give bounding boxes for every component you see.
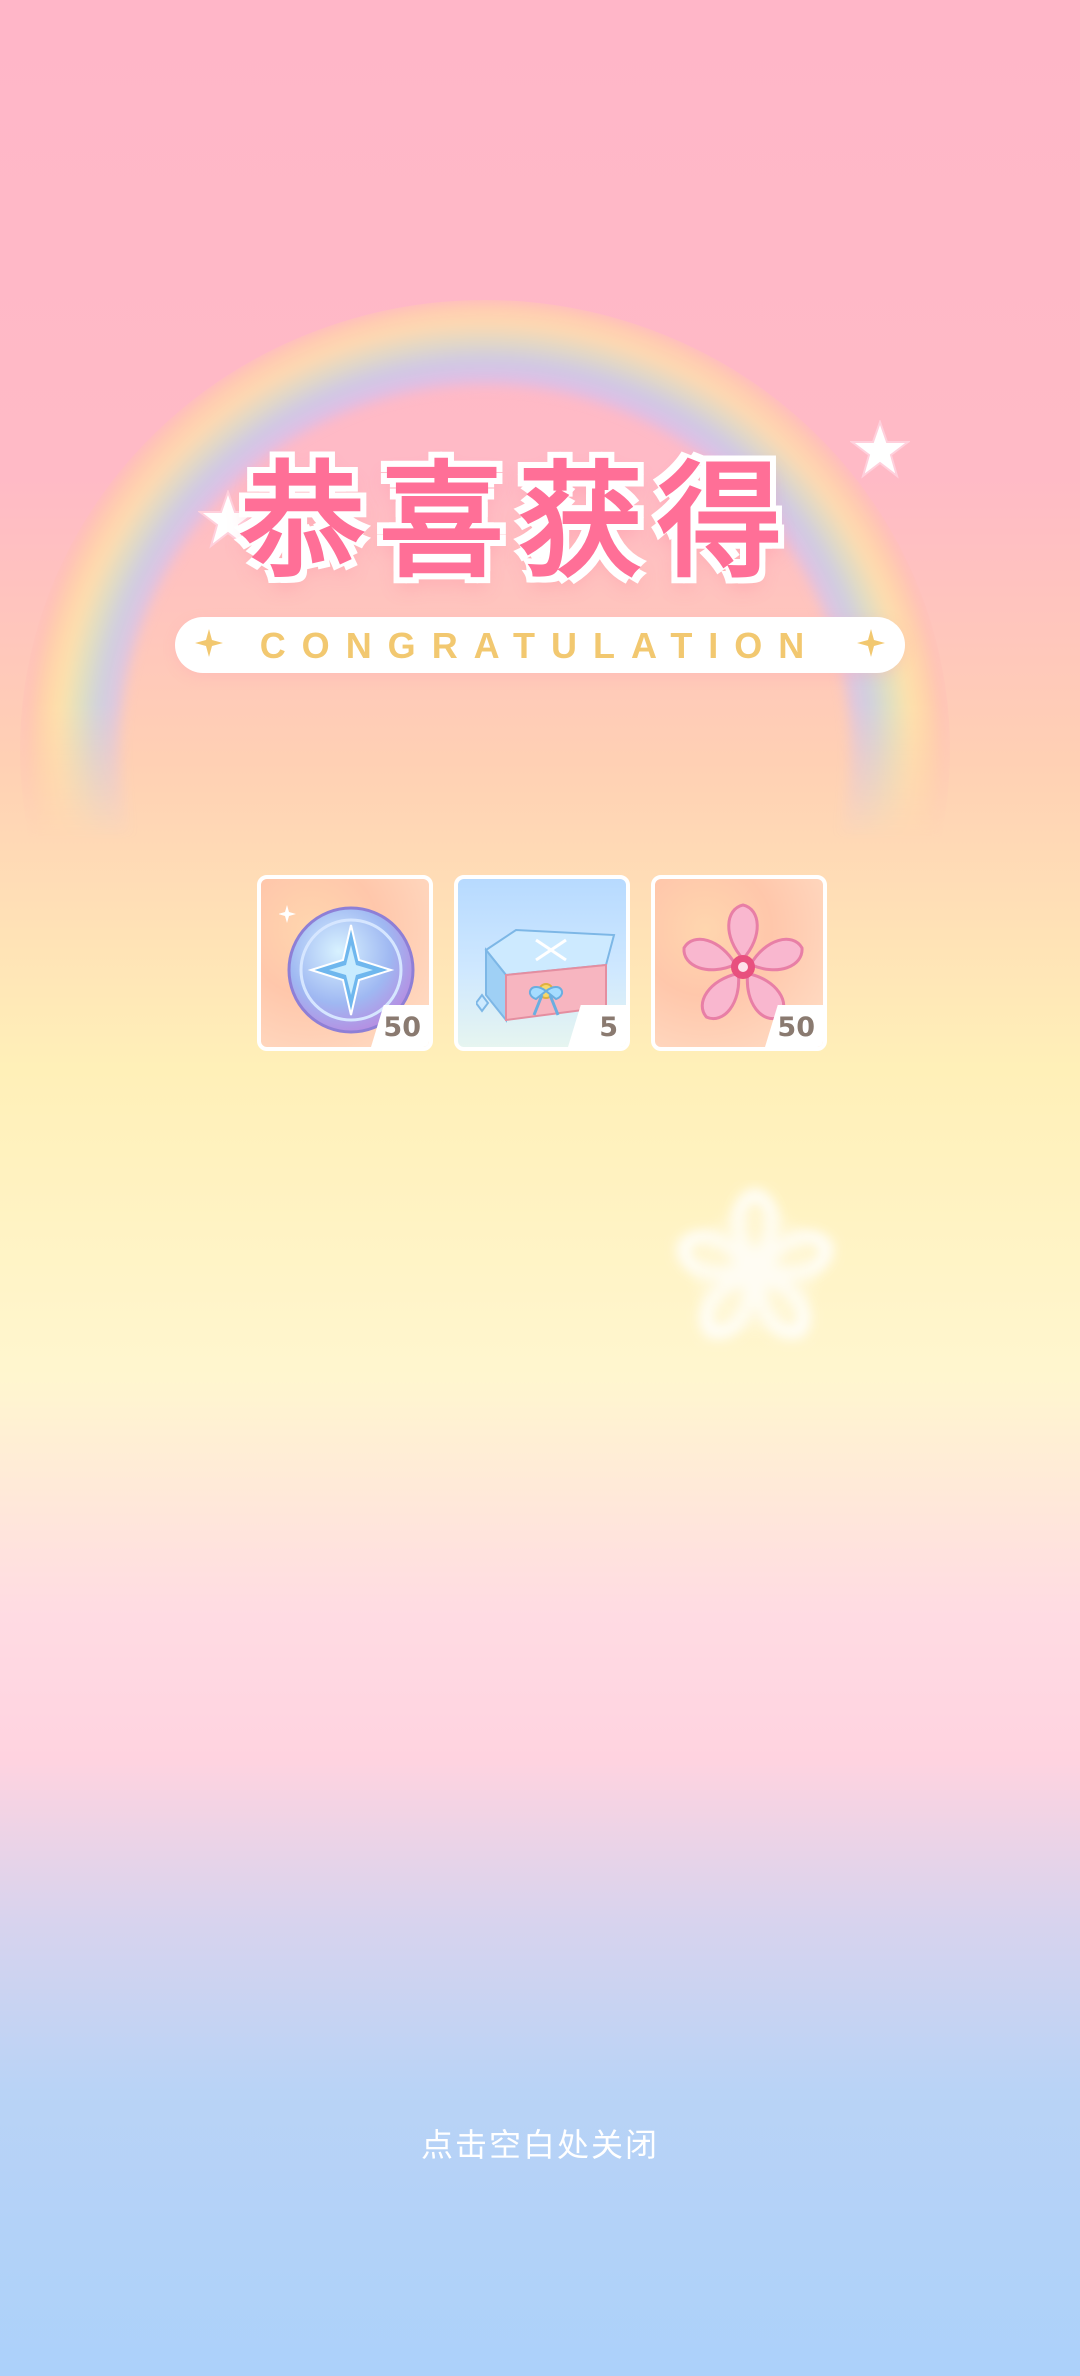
title-banner: 恭喜获得 xyxy=(198,410,910,610)
reward-item-star-coin[interactable]: 50 xyxy=(257,875,433,1051)
reward-item-sakura[interactable]: 50 xyxy=(651,875,827,1051)
sakura-glow-effect xyxy=(676,1187,834,1339)
reward-items: 50 5 50 xyxy=(257,875,827,1053)
item-count: 50 xyxy=(777,1012,815,1043)
item-count: 5 xyxy=(599,1012,618,1043)
congratulation-banner: CONGRATULATION xyxy=(175,617,905,673)
page-title: 恭喜获得 xyxy=(240,450,796,595)
item-count: 50 xyxy=(383,1012,421,1043)
sparkle-icon xyxy=(857,629,885,657)
star-icon xyxy=(850,420,910,479)
congratulation-text: CONGRATULATION xyxy=(259,625,821,666)
reward-item-gift-box[interactable]: 5 xyxy=(454,875,630,1051)
close-hint[interactable]: 点击空白处关闭 xyxy=(0,2120,1080,2166)
